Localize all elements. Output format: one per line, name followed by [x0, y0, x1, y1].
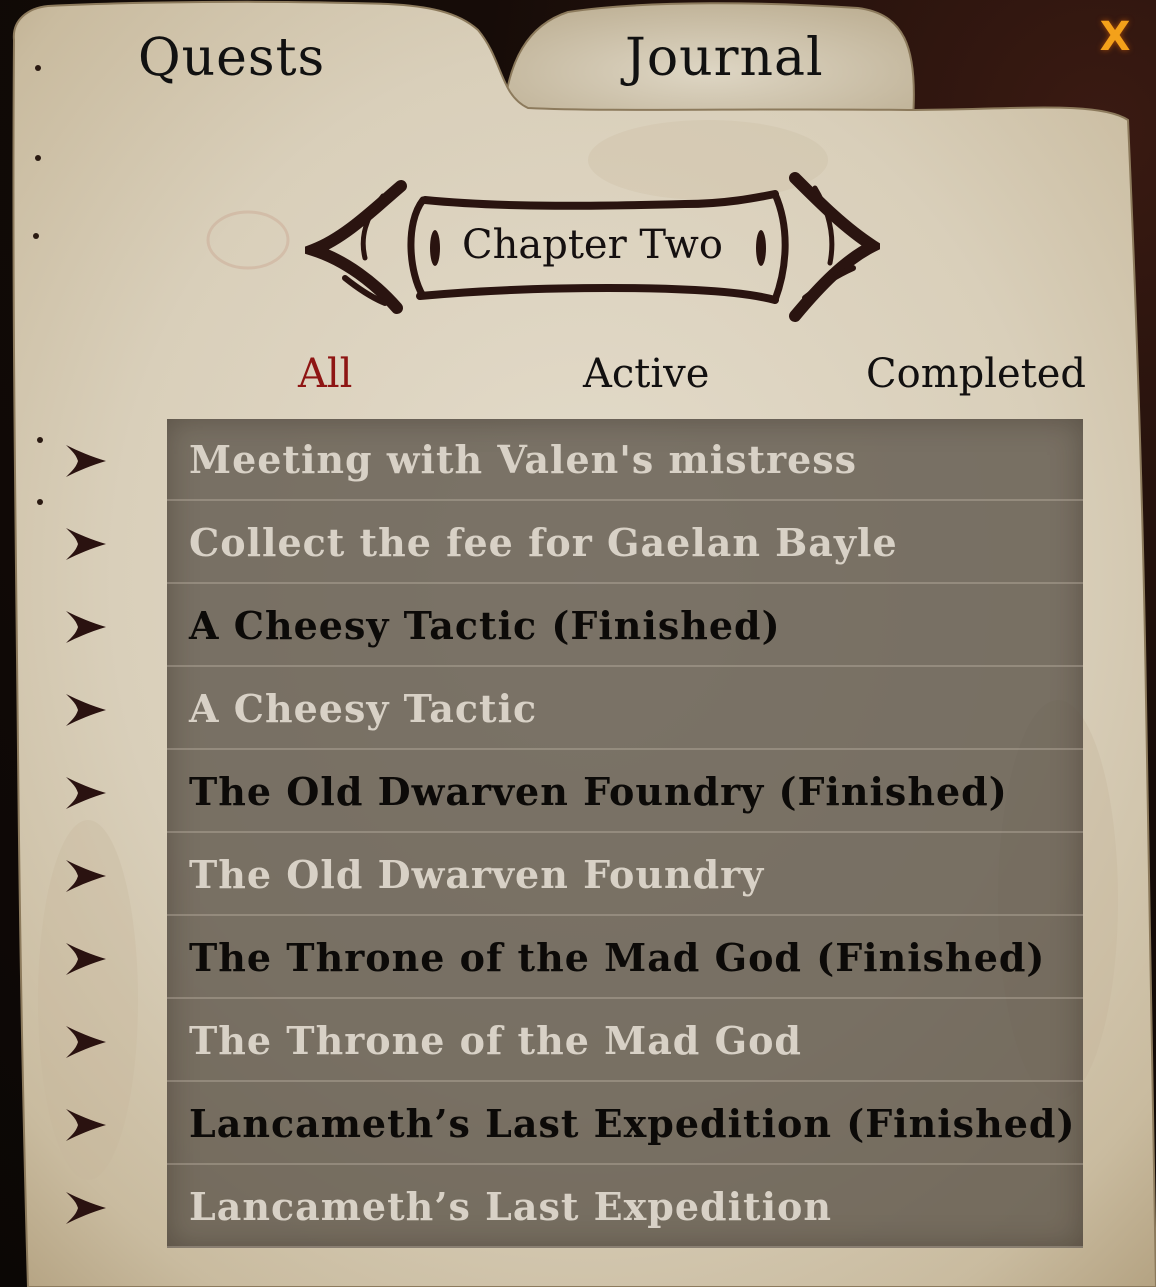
- journal-window: Quests Journal X Chapter Two All Active …: [0, 0, 1156, 1287]
- filter-all[interactable]: All: [298, 346, 352, 402]
- quest-title: Meeting with Valen's mistress: [189, 437, 858, 482]
- quest-title: Lancameth’s Last Expedition (Finished): [189, 1101, 1076, 1146]
- quest-title: The Throne of the Mad God (Finished): [189, 935, 1046, 980]
- chapter-title: Chapter Two: [462, 222, 723, 268]
- quest-row[interactable]: The Old Dwarven Foundry: [167, 834, 1083, 916]
- arrow-right-icon: [66, 777, 106, 809]
- close-button[interactable]: X: [1095, 12, 1135, 62]
- arrow-right-icon: [66, 943, 106, 975]
- quest-row[interactable]: Collect the fee for Gaelan Bayle: [167, 502, 1083, 584]
- quest-title: The Old Dwarven Foundry: [189, 852, 765, 897]
- tab-quests[interactable]: Quests: [138, 22, 325, 102]
- arrow-right-icon: [66, 1109, 106, 1141]
- quest-row[interactable]: A Cheesy Tactic: [167, 668, 1083, 750]
- arrow-right-icon: [66, 445, 106, 477]
- quest-row[interactable]: A Cheesy Tactic (Finished): [167, 585, 1083, 667]
- arrow-right-icon: [66, 1192, 106, 1224]
- arrow-right-icon: [66, 1026, 106, 1058]
- quest-title: Collect the fee for Gaelan Bayle: [189, 520, 898, 565]
- chapter-banner: Chapter Two: [294, 168, 886, 328]
- quest-row[interactable]: Lancameth’s Last Expedition: [167, 1166, 1083, 1248]
- close-icon: X: [1099, 14, 1131, 60]
- quest-row[interactable]: The Throne of the Mad God: [167, 1000, 1083, 1082]
- quest-title: A Cheesy Tactic (Finished): [189, 603, 781, 648]
- arrow-right-icon: [66, 694, 106, 726]
- quest-title: The Throne of the Mad God: [189, 1018, 802, 1063]
- quest-title: The Old Dwarven Foundry (Finished): [189, 769, 1008, 814]
- arrow-right-icon: [66, 528, 106, 560]
- filter-active[interactable]: Active: [583, 346, 709, 402]
- quest-row[interactable]: Lancameth’s Last Expedition (Finished): [167, 1083, 1083, 1165]
- quest-row[interactable]: Meeting with Valen's mistress: [167, 419, 1083, 501]
- quest-title: A Cheesy Tactic: [189, 686, 538, 731]
- tab-journal[interactable]: Journal: [625, 22, 824, 102]
- quest-row[interactable]: The Throne of the Mad God (Finished): [167, 917, 1083, 999]
- arrow-right-icon: [66, 611, 106, 643]
- quest-row[interactable]: The Old Dwarven Foundry (Finished): [167, 751, 1083, 833]
- quest-list: Meeting with Valen's mistress Collect the…: [167, 419, 1083, 1248]
- filter-completed[interactable]: Completed: [866, 346, 1086, 402]
- quest-title: Lancameth’s Last Expedition: [189, 1184, 832, 1229]
- arrow-right-icon: [66, 860, 106, 892]
